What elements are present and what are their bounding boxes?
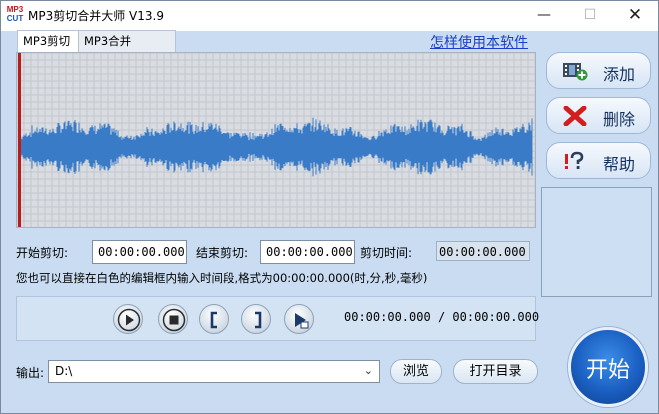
total-time: 00:00:00.000 <box>452 310 540 324</box>
add-button[interactable]: 添加 <box>546 52 651 89</box>
left-bracket-icon <box>210 311 217 329</box>
play-icon <box>117 308 141 332</box>
start-cut-input[interactable]: 00:00:00.000 <box>92 240 187 264</box>
waveform-graphic <box>17 53 535 228</box>
open-directory-button[interactable]: 打开目录 <box>453 359 538 384</box>
help-button-label: 帮助 <box>603 155 636 174</box>
end-cut-input[interactable]: 00:00:00.000 <box>260 240 355 264</box>
add-button-label: 添加 <box>603 65 636 84</box>
current-time: 00:00:00.000 <box>344 310 431 324</box>
mark-end-button[interactable] <box>241 304 271 334</box>
browse-button[interactable]: 浏览 <box>390 359 442 384</box>
tab-mp3-cut[interactable]: MP3剪切 <box>18 31 79 53</box>
start-button[interactable]: 开始 <box>568 327 648 407</box>
time-separator: / <box>437 310 446 324</box>
question-help-icon <box>565 151 584 169</box>
playback-time: 00:00:00.000 / 00:00:00.000 <box>344 310 539 324</box>
help-button[interactable]: 帮助 <box>546 142 651 179</box>
output-path-select[interactable]: D:\ ⌄ <box>48 360 380 383</box>
preview-panel <box>541 187 652 297</box>
help-link[interactable]: 怎样使用本软件 <box>430 32 528 52</box>
tab-strip: MP3剪切 MP3合并 <box>17 30 176 53</box>
chevron-down-icon: ⌄ <box>363 364 373 377</box>
output-label: 输出: <box>16 366 45 380</box>
stop-button[interactable] <box>158 304 188 334</box>
play-selection-icon <box>295 313 309 329</box>
playhead-marker[interactable] <box>18 53 21 228</box>
cut-duration-label: 剪切时间: <box>360 246 413 260</box>
app-logo-icon: MP3 CUT <box>6 5 24 23</box>
delete-button[interactable]: 删除 <box>546 97 651 134</box>
output-path-value: D:\ <box>55 364 73 378</box>
right-bracket-icon <box>255 311 262 329</box>
window-title: MP3剪切合并大师 V13.9 <box>28 9 164 23</box>
waveform-panel[interactable] <box>16 52 536 228</box>
start-button-label: 开始 <box>585 358 630 383</box>
maximize-button[interactable]: ☐ <box>567 1 613 31</box>
start-cut-label: 开始剪切: <box>16 246 69 260</box>
time-format-hint: 您也可以直接在白色的编辑框内输入时间段,格式为00:00:00.000(时,分,… <box>16 271 428 285</box>
mark-start-button[interactable] <box>199 304 229 334</box>
end-cut-label: 结束剪切: <box>196 246 249 260</box>
delete-button-label: 删除 <box>603 110 636 129</box>
stop-icon <box>162 308 186 332</box>
minimize-button[interactable]: — <box>521 1 567 31</box>
red-x-icon <box>563 106 587 126</box>
app-window: MP3 CUT MP3剪切合并大师 V13.9 — ☐ ✕ MP3剪切 MP3合… <box>0 0 659 414</box>
play-button[interactable] <box>113 304 143 334</box>
close-button[interactable]: ✕ <box>612 1 658 31</box>
cut-duration-display: 00:00:00.000 <box>436 241 530 261</box>
film-add-icon <box>563 63 588 81</box>
tab-mp3-merge[interactable]: MP3合并 <box>79 31 176 52</box>
play-selection-button[interactable] <box>284 304 314 334</box>
title-bar: MP3 CUT MP3剪切合并大师 V13.9 — ☐ ✕ <box>1 1 658 31</box>
